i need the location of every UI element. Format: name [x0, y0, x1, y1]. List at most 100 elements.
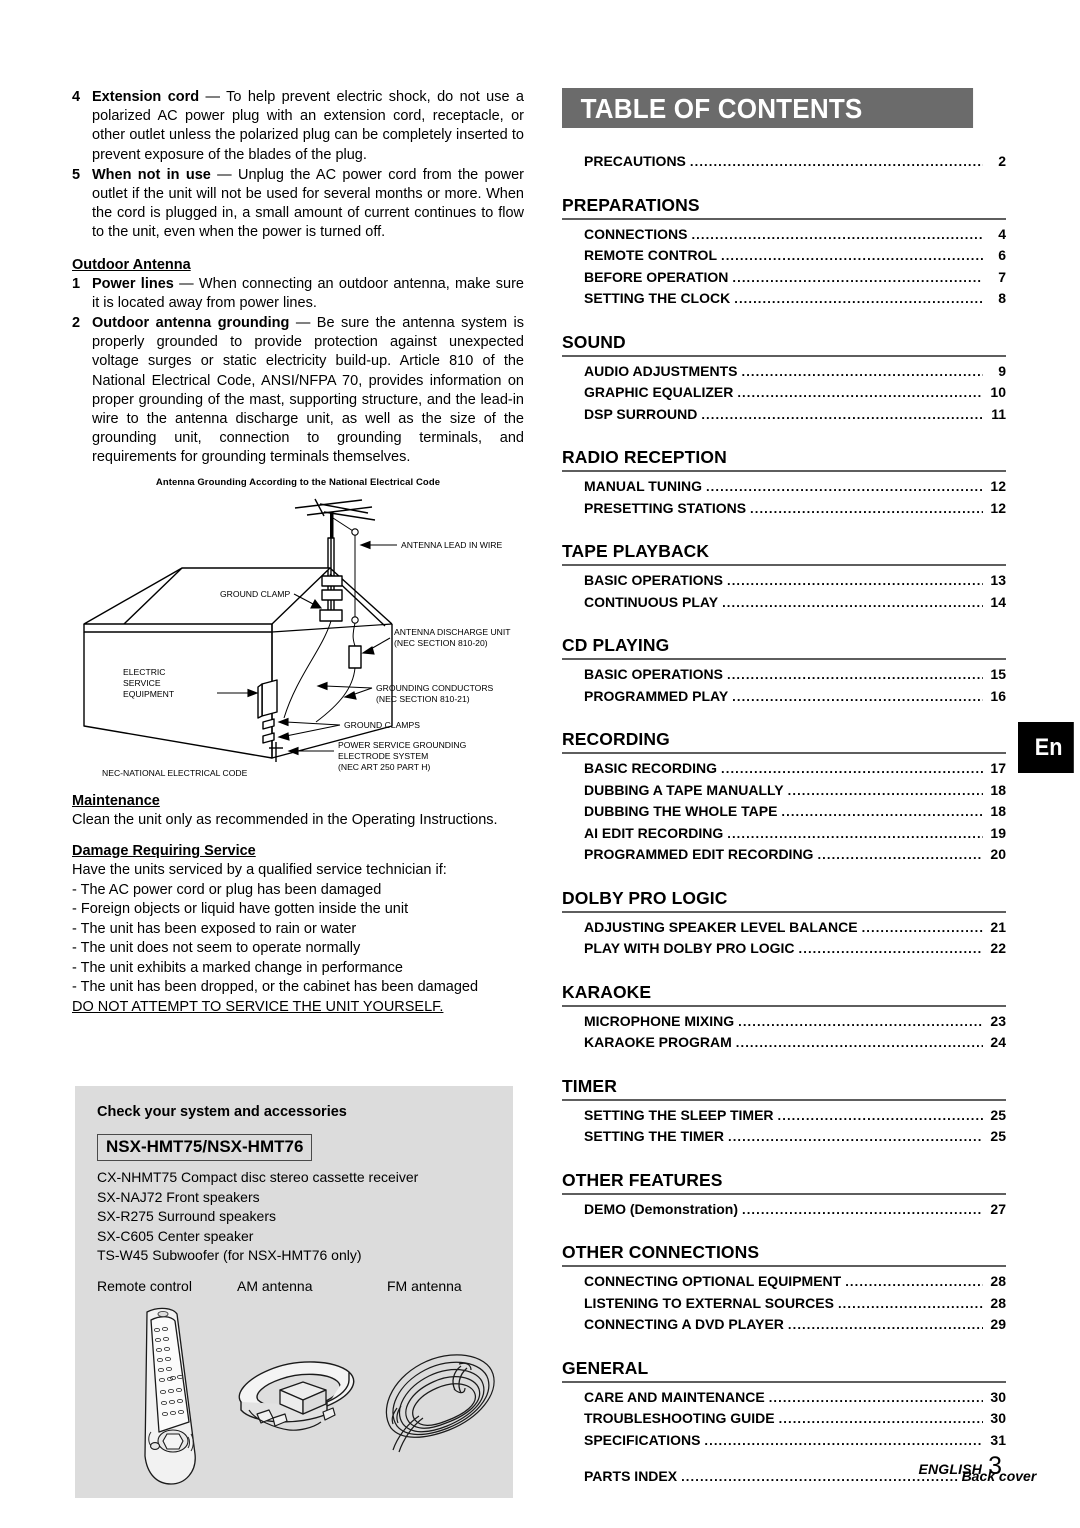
toc-entry-label: DUBBING THE WHOLE TAPE	[584, 803, 778, 819]
toc-entry-label: KARAOKE PROGRAM	[584, 1034, 732, 1050]
toc-entry[interactable]: REMOTE CONTROL..........................…	[562, 245, 1006, 267]
toc-section-title: DOLBY PRO LOGIC	[562, 887, 728, 908]
item-number: 4	[72, 89, 81, 105]
toc-entry[interactable]: DUBBING THE WHOLE TAPE..................…	[562, 801, 1006, 823]
toc-entry[interactable]: LISTENING TO EXTERNAL SOURCES...........…	[562, 1293, 1006, 1315]
item-lead-bold: Extension cord	[92, 89, 200, 105]
accessory-item: SX-NAJ72 Front speakers	[97, 1188, 260, 1205]
toc-entry[interactable]: SPECIFICATIONS..........................…	[562, 1430, 1006, 1452]
leader-dots: ........................................…	[837, 1295, 983, 1311]
toc-entry[interactable]: BASIC OPERATIONS........................…	[562, 664, 1006, 686]
leader-dots: ........................................…	[741, 363, 984, 379]
caption-fm-antenna: FM antenna	[387, 1277, 462, 1294]
toc-entry-label: PRESETTING STATIONS	[584, 499, 747, 516]
toc-entry-label: TROUBLESHOOTING GUIDE	[584, 1410, 775, 1426]
toc-entry-label: BASIC RECORDING	[584, 760, 718, 776]
toc-entry[interactable]: BEFORE OPERATION........................…	[562, 267, 1006, 289]
toc-entry[interactable]: SETTING THE TIMER.......................…	[562, 1126, 1006, 1148]
toc-entry[interactable]: BASIC OPERATIONS........................…	[562, 570, 1006, 592]
toc-entry-page: 13	[990, 572, 1006, 588]
leader-dots: ........................................…	[742, 1201, 983, 1217]
toc-entry[interactable]: PROGRAMMED EDIT RECORDING...............…	[562, 844, 1006, 866]
toc-entry[interactable]: DUBBING A TAPE MANUALLY.................…	[562, 780, 1006, 802]
item-lead-bold: Outdoor antenna grounding	[92, 315, 290, 332]
toc-section: SOUND AUDIO ADJUSTMENTS.................…	[562, 332, 1006, 426]
label-service: SERVICE	[123, 678, 161, 688]
leader-dots: ........................................…	[704, 1432, 983, 1448]
section-divider	[562, 1004, 1006, 1007]
accessories-title: Check your system and accessories	[97, 1104, 347, 1120]
numbered-item: 2 Outdoor antenna grounding — Be sure th…	[72, 314, 524, 468]
toc-entry[interactable]: DEMO (Demonstration)....................…	[562, 1199, 1006, 1221]
label-ground-clamp: GROUND CLAMP	[220, 589, 290, 599]
toc-section: TAPE PLAYBACK BASIC OPERATIONS..........…	[562, 541, 1006, 613]
toc-entry[interactable]: KARAOKE PROGRAM.........................…	[562, 1032, 1006, 1054]
toc-section: CD PLAYING BASIC OPERATIONS.............…	[562, 635, 1006, 707]
toc-entry-label: PROGRAMMED PLAY	[584, 687, 729, 704]
item-lead-bold: When not in use	[92, 166, 211, 183]
toc-entry[interactable]: AUDIO ADJUSTMENTS.......................…	[562, 361, 1006, 383]
damage-requiring-service-heading: Damage Requiring Service	[72, 843, 256, 860]
maintenance-text: Clean the unit only as recommended in th…	[72, 811, 498, 828]
toc-entry-label: CONNECTING A DVD PLAYER	[584, 1316, 784, 1332]
toc-entry[interactable]: ADJUSTING SPEAKER LEVEL BALANCE.........…	[562, 917, 1006, 939]
toc-section-title: OTHER CONNECTIONS	[562, 1242, 760, 1262]
toc-entry[interactable]: GRAPHIC EQUALIZER.......................…	[562, 382, 1006, 404]
leader-dots: ........................................…	[735, 1035, 983, 1050]
left-column: 4 Extension cord — To help prevent elect…	[72, 88, 524, 1017]
toc-entry-page: 28	[990, 1273, 1006, 1289]
toc-section-title: GENERAL	[562, 1357, 649, 1378]
damage-item: - The unit has been dropped, or the cabi…	[72, 979, 479, 996]
toc-entry[interactable]: BASIC RECORDING.........................…	[562, 758, 1006, 780]
leader-dots: ........................................…	[778, 1411, 983, 1426]
toc-entry[interactable]: DSP SURROUND............................…	[562, 404, 1006, 426]
leader-dots: ........................................…	[817, 847, 983, 862]
leader-dots: ........................................…	[738, 1013, 983, 1029]
toc-entry[interactable]: CONNECTING OPTIONAL EQUIPMENT...........…	[562, 1271, 1006, 1293]
toc-entry[interactable]: CONNECTIONS.............................…	[562, 224, 1006, 246]
toc-entry[interactable]: MANUAL TUNING...........................…	[562, 476, 1006, 498]
toc-entry-label: DSP SURROUND	[584, 405, 698, 422]
toc-entry-page: 17	[990, 760, 1006, 776]
item-text: Extension cord — To help prevent electri…	[92, 88, 524, 165]
leader-dots: ........................................…	[732, 688, 983, 704]
toc-entry[interactable]: MICROPHONE MIXING.......................…	[562, 1011, 1006, 1033]
toc-entry[interactable]: TROUBLESHOOTING GUIDE...................…	[562, 1408, 1006, 1430]
toc-entry[interactable]: PLAY WITH DOLBY PRO LOGIC...............…	[562, 938, 1006, 960]
figure-caption: Antenna Grounding According to the Natio…	[155, 476, 441, 488]
toc-entry-label: DEMO (Demonstration)	[584, 1200, 738, 1217]
am-antenna-illustration	[238, 1360, 355, 1431]
label-nec-art: (NEC ART 250 PART H)	[338, 762, 430, 772]
toc-entry-page: 8	[998, 290, 1006, 306]
damage-item: - Foreign objects or liquid have gotten …	[72, 901, 409, 918]
label-nec-note: NEC-NATIONAL ELECTRICAL CODE	[102, 768, 248, 778]
toc-entry[interactable]: CONTINUOUS PLAY.........................…	[562, 592, 1006, 614]
toc-entry[interactable]: CARE AND MAINTENANCE....................…	[562, 1387, 1006, 1409]
toc-entry-page: 12	[990, 499, 1006, 516]
leader-dots: ........................................…	[722, 594, 983, 610]
toc-entry-label: SPECIFICATIONS	[584, 1431, 701, 1448]
item-text: Power lines — When connecting an outdoor…	[92, 275, 524, 313]
label-ground-clamps: GROUND CLAMPS	[344, 720, 420, 730]
toc-section-title: KARAOKE	[562, 981, 652, 1002]
toc-section-title: SOUND	[562, 331, 626, 352]
toc-entry[interactable]: AI EDIT RECORDING.......................…	[562, 823, 1006, 845]
toc-entry[interactable]: SETTING THE CLOCK.......................…	[562, 288, 1006, 310]
item-text: Outdoor antenna grounding — Be sure the …	[92, 314, 524, 468]
toc-entry[interactable]: PRECAUTIONS ............................…	[562, 151, 1006, 173]
toc-entry[interactable]: SETTING THE SLEEP TIMER.................…	[562, 1105, 1006, 1127]
toc-entry-label: PROGRAMMED EDIT RECORDING	[584, 846, 814, 862]
toc-entry[interactable]: PROGRAMMED PLAY.........................…	[562, 686, 1006, 708]
toc-entry-page: 7	[998, 268, 1006, 285]
toc-entry-page: 22	[990, 940, 1006, 956]
toc-entry-page: 25	[990, 1106, 1006, 1123]
table-of-contents: TABLE OF CONTENTS PRECAUTIONS ..........…	[562, 88, 1036, 1488]
leader-dots: ........................................…	[721, 248, 983, 263]
toc-entry[interactable]: PRESETTING STATIONS.....................…	[562, 498, 1006, 520]
page-footer: ENGLISH 3	[0, 1452, 1006, 1481]
toc-section-title: TAPE PLAYBACK	[562, 541, 710, 561]
toc-entry-page: 12	[990, 478, 1006, 494]
toc-entry[interactable]: CONNECTING A DVD PLAYER.................…	[562, 1314, 1006, 1336]
language-tab-label: En	[1034, 733, 1063, 761]
toc-entry-page: 31	[990, 1431, 1006, 1448]
